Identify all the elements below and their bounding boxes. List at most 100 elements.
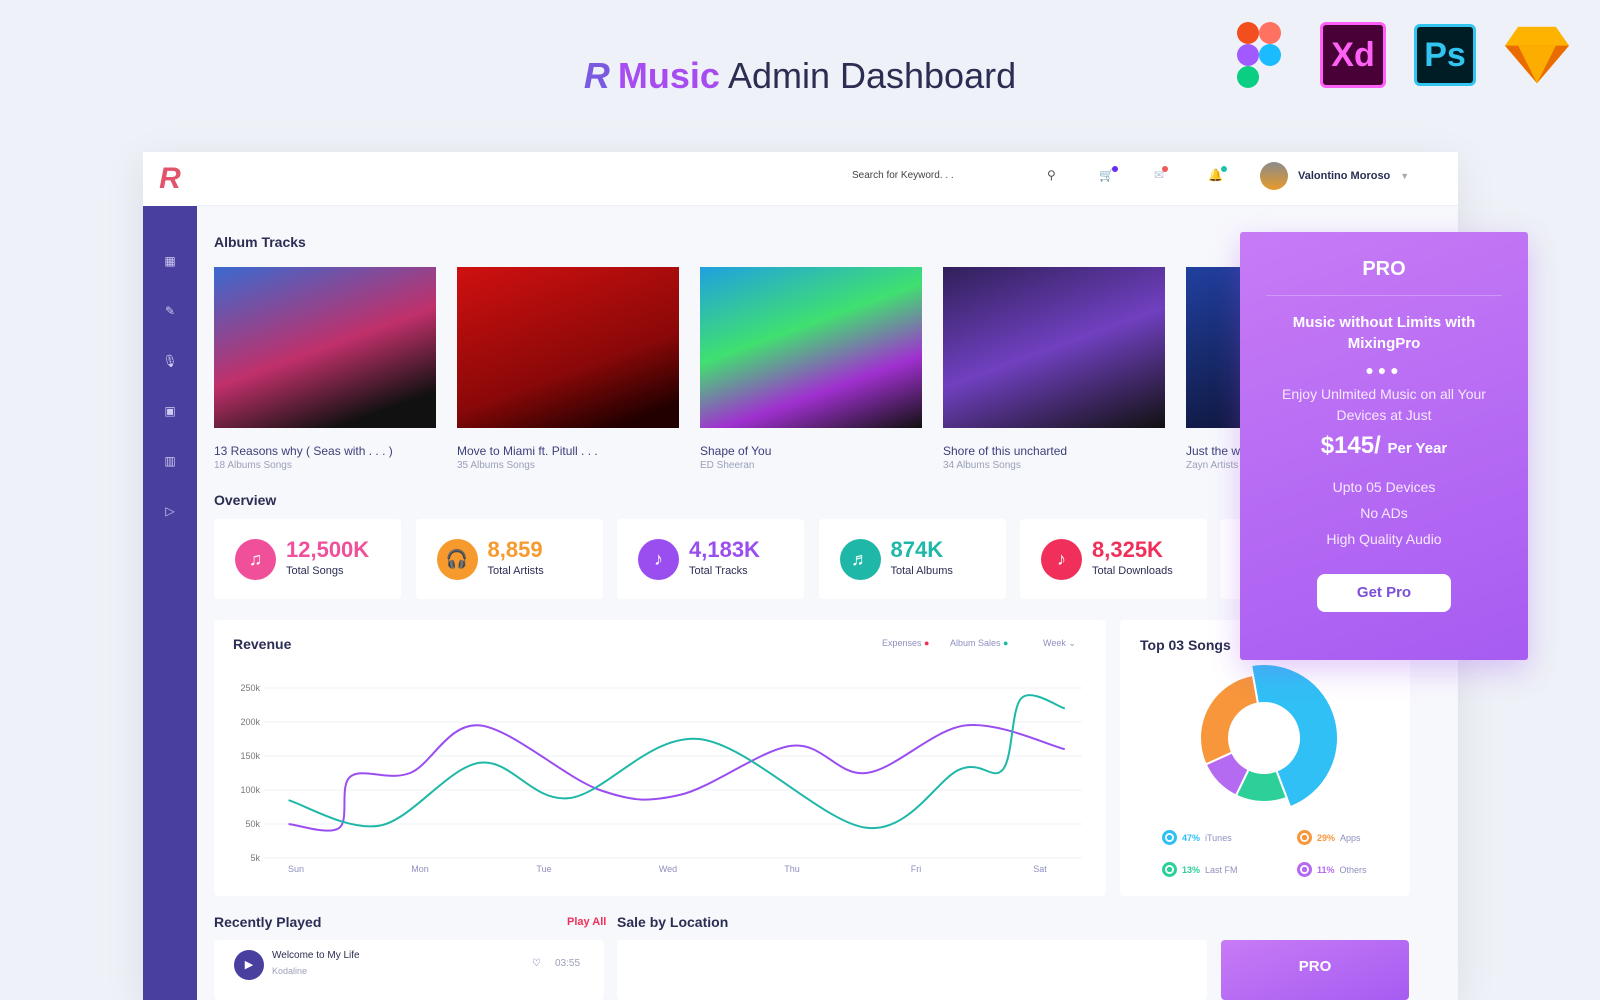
top-bar: Search for Keyword. . . ⚲ 🛒 ✉ 🔔 Valontin… xyxy=(197,152,1458,206)
bell-icon[interactable]: 🔔 xyxy=(1208,166,1227,182)
legend-dot-icon xyxy=(1297,830,1312,845)
stat-label: Total Songs xyxy=(286,565,344,577)
brand-name: Music xyxy=(617,55,720,96)
donut-chart xyxy=(1199,663,1339,809)
album-subtitle: 18 Albums Songs xyxy=(214,460,292,471)
sketch-icon xyxy=(1504,22,1570,88)
album-title[interactable]: Just the w xyxy=(1186,444,1241,458)
donut-legend-item: 47% iTunes xyxy=(1162,830,1232,845)
revenue-chart: 5k 50k 100k 150k 200k 250k Sun Mon Tue Wed Thu Fri S… xyxy=(240,683,1082,874)
pro-headline: Music without Limits with MixingPro xyxy=(1292,314,1476,352)
mic-icon[interactable]: 🎙 xyxy=(143,336,197,386)
y-tick-label: 100k xyxy=(240,785,260,795)
edit-icon[interactable]: ✎ xyxy=(143,286,197,336)
avatar xyxy=(1260,162,1288,190)
album-cover[interactable] xyxy=(943,267,1165,428)
tool-logos: Xd Ps xyxy=(1226,22,1570,88)
pro-title: PRO xyxy=(1362,258,1406,280)
track-duration: 03:55 xyxy=(555,958,581,969)
note-icon[interactable]: ▣ xyxy=(143,386,197,436)
album-cover[interactable] xyxy=(457,267,679,428)
play-button[interactable]: ▶ xyxy=(234,950,264,980)
album-title[interactable]: 13 Reasons why ( Seas with . . . ) xyxy=(214,444,436,458)
dashboard-icon[interactable]: ▦ xyxy=(143,236,197,286)
x-tick-label: Sun xyxy=(288,864,304,874)
section-title: Recently Played xyxy=(214,914,322,930)
x-tick-label: Tue xyxy=(536,864,551,874)
app-logo[interactable]: R xyxy=(143,152,197,206)
heart-icon[interactable]: ♡ xyxy=(532,958,541,969)
pro-promo-card: PRO Music without Limits with MixingPro … xyxy=(1240,232,1528,660)
series-line-1 xyxy=(288,694,1066,829)
stat-label: Total Downloads xyxy=(1092,565,1173,577)
y-tick-label: 150k xyxy=(240,751,260,761)
section-title: Sale by Location xyxy=(617,914,729,930)
title-text: Admin Dashboard xyxy=(727,55,1017,96)
album-title[interactable]: Move to Miami ft. Pitull . . . xyxy=(457,444,679,458)
stat-card: 🎧 8,859 Total Artists xyxy=(415,519,603,599)
chevron-down-icon: ▼ xyxy=(1400,171,1410,181)
album-cover[interactable] xyxy=(214,267,436,428)
music-icon: ♪ xyxy=(638,539,679,580)
figma-icon xyxy=(1226,22,1292,88)
get-pro-button[interactable]: Get Pro xyxy=(1317,574,1451,612)
stat-card: ♫ 12,500K Total Songs xyxy=(214,519,401,599)
sale-map-panel xyxy=(617,940,1207,1000)
x-tick-label: Thu xyxy=(784,864,800,874)
donut-legend-item: 13% Last FM xyxy=(1162,862,1238,877)
section-title: Album Tracks xyxy=(214,234,306,250)
legend-dot-icon xyxy=(1162,862,1177,877)
donut-legend-item: 29% Apps xyxy=(1297,830,1361,845)
bar-chart-icon[interactable]: ▥ xyxy=(143,436,197,486)
user-name: Valontino Moroso xyxy=(1298,170,1391,182)
stat-value: 8,859 xyxy=(487,537,543,562)
x-tick-label: Mon xyxy=(411,864,429,874)
user-menu[interactable]: Valontino Moroso ▼ xyxy=(1260,162,1409,190)
stat-label: Total Artists xyxy=(487,565,544,577)
album-subtitle: 35 Albums Songs xyxy=(457,460,535,471)
pro-price: $145/ Per Year xyxy=(1320,432,1448,459)
music-icon: ♬ xyxy=(839,539,881,580)
cart-icon[interactable]: 🛒 xyxy=(1099,166,1118,182)
pro-mini-card: PRO xyxy=(1221,940,1409,1000)
sidebar: R ▦ ✎ 🎙 ▣ ▥ ▷ xyxy=(143,152,197,1000)
album-subtitle: ED Sheeran xyxy=(700,460,755,471)
stat-card: ♬ 874K Total Albums xyxy=(818,519,1006,599)
recent-list: ▶ Welcome to My Life Kodaline ♡ 03:55 xyxy=(214,940,604,1000)
track-title: Welcome to My Life xyxy=(272,950,360,961)
section-title: Overview xyxy=(214,492,277,508)
ps-icon: Ps xyxy=(1414,24,1476,86)
album-title[interactable]: Shore of this uncharted xyxy=(943,444,1165,458)
album-cover[interactable] xyxy=(1186,267,1241,428)
album-title[interactable]: Shape of You xyxy=(700,444,922,458)
pro-feature: No ADs xyxy=(1360,505,1408,521)
music-icon: ♫ xyxy=(235,539,276,580)
y-tick-label: 50k xyxy=(245,819,260,829)
logo: R xyxy=(583,55,610,96)
stat-card: ♪ 8,325K Total Downloads xyxy=(1020,519,1207,599)
stat-value: 874K xyxy=(890,537,944,562)
pro-feature: High Quality Audio xyxy=(1326,531,1442,547)
album-cover[interactable] xyxy=(700,267,922,428)
stat-label: Total Tracks xyxy=(689,565,748,577)
donut-legend-item: 11% Others xyxy=(1297,862,1367,877)
music-icon: 🎧 xyxy=(436,539,478,580)
x-tick-label: Wed xyxy=(659,864,677,874)
stat-card: ♪ 4,183K Total Tracks xyxy=(617,519,804,599)
top-songs-panel: Top 03 Songs 47% iTunes 13% Last FM 11% Other… xyxy=(1120,620,1410,896)
stat-value: 12,500K xyxy=(286,537,370,562)
album-subtitle: Zayn Artists xyxy=(1186,460,1239,471)
search-icon[interactable]: ⚲ xyxy=(1047,168,1056,182)
play-box-icon[interactable]: ▷ xyxy=(143,486,197,536)
album-subtitle: 34 Albums Songs xyxy=(943,460,1021,471)
stat-value: 8,325K xyxy=(1092,537,1163,562)
legend-dot-icon xyxy=(1162,830,1177,845)
play-all-link[interactable]: Play All xyxy=(567,916,606,928)
y-tick-label: 200k xyxy=(240,717,260,727)
search-input[interactable]: Search for Keyword. . . xyxy=(852,170,954,181)
dots-icon: ●●● xyxy=(1365,362,1403,378)
mail-icon[interactable]: ✉ xyxy=(1154,166,1169,182)
stat-label: Total Albums xyxy=(890,565,953,577)
legend-dot-icon xyxy=(1297,862,1312,877)
x-tick-label: Sat xyxy=(1033,864,1047,874)
